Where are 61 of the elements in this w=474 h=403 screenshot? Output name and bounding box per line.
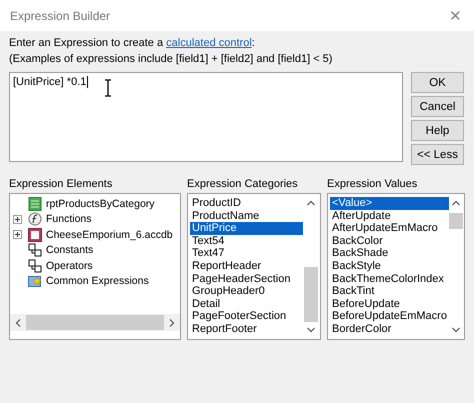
scroll-down-icon[interactable] [306,327,314,333]
list-item[interactable]: ProductID [190,197,303,210]
list-item[interactable]: BeforeUpdate [330,298,449,310]
scroll-right-icon[interactable] [169,318,175,326]
scroll-up-icon[interactable] [452,200,460,206]
list-item[interactable]: PageHeaderSection [190,272,303,286]
operators-icon [28,258,42,273]
expand-icon[interactable] [13,214,22,224]
scroll-up-icon[interactable] [306,200,314,206]
tree-item[interactable]: CheeseEmporium_6.accdb [45,228,174,241]
function-icon [28,212,42,226]
database-icon [28,228,42,242]
scroll-down-icon[interactable] [452,327,460,333]
list-item[interactable]: Text54 [190,234,303,248]
tree-item[interactable]: Constants [45,244,94,256]
elements-label: Expression Elements [9,177,114,192]
tree-item[interactable]: Operators [45,260,94,272]
list-item[interactable]: ReportHeader [190,260,303,273]
list-item[interactable]: AfterUpdate [330,210,449,222]
list-item[interactable]: Detail [190,298,303,310]
tree-item[interactable]: rptProductsByCategory [45,198,156,210]
dialog-button[interactable]: << Less [411,144,464,165]
list-item[interactable]: <Value> [330,197,449,210]
dialog-button[interactable]: Help [411,120,464,141]
star-folder-icon [28,274,42,288]
list-item[interactable]: BackThemeColorIndex [330,272,449,286]
scroll-thumb[interactable] [304,266,318,322]
list-item[interactable]: BorderColor [330,322,449,336]
list-item[interactable]: Text47 [190,247,303,260]
list-item[interactable]: GroupHeader0 [190,285,303,298]
list-item[interactable]: BackTint [330,285,449,298]
scroll-thumb[interactable] [26,315,164,330]
dialog-button[interactable]: Cancel [411,96,464,117]
calculated-control-link[interactable]: calculated control [166,37,252,49]
list-item[interactable]: ReportFooter [190,322,303,336]
list-item[interactable]: BackColor [330,234,449,248]
horizontal-scrollbar[interactable] [10,314,180,331]
list-item[interactable]: PageFooterSection [190,310,303,323]
list-item[interactable]: UnitPrice [190,222,303,235]
list-item[interactable]: BackShade [330,247,449,260]
list-item[interactable]: BackStyle [330,260,449,273]
report-icon [28,196,42,211]
examples-text: (Examples of expressions include [field1] + [field2] and [field1] < 5) [9,52,334,67]
colon-text: : [252,37,255,49]
dialog-button[interactable]: OK [411,72,464,93]
window-title: Expression Builder [10,8,110,22]
constants-icon [28,243,42,258]
list-item[interactable]: AfterUpdateEmMacro [330,222,449,235]
values-label: Expression Values [327,177,418,192]
tree-item[interactable]: Common Expressions [45,275,150,288]
instruction-text: Enter an Expression to create a [9,37,164,49]
scroll-thumb[interactable] [449,213,464,229]
list-item[interactable]: ProductName [190,210,303,222]
text-cursor-icon [104,79,112,97]
expression-field[interactable]: [UnitPrice] *0.1 [9,72,403,162]
close-button[interactable]: ✕ [447,6,464,24]
expand-icon[interactable] [13,230,22,240]
tree-item[interactable]: Functions [45,213,93,226]
categories-label: Expression Categories [187,177,299,192]
scroll-left-icon[interactable] [15,318,21,326]
list-item[interactable]: BeforeUpdateEmMacro [330,310,449,323]
